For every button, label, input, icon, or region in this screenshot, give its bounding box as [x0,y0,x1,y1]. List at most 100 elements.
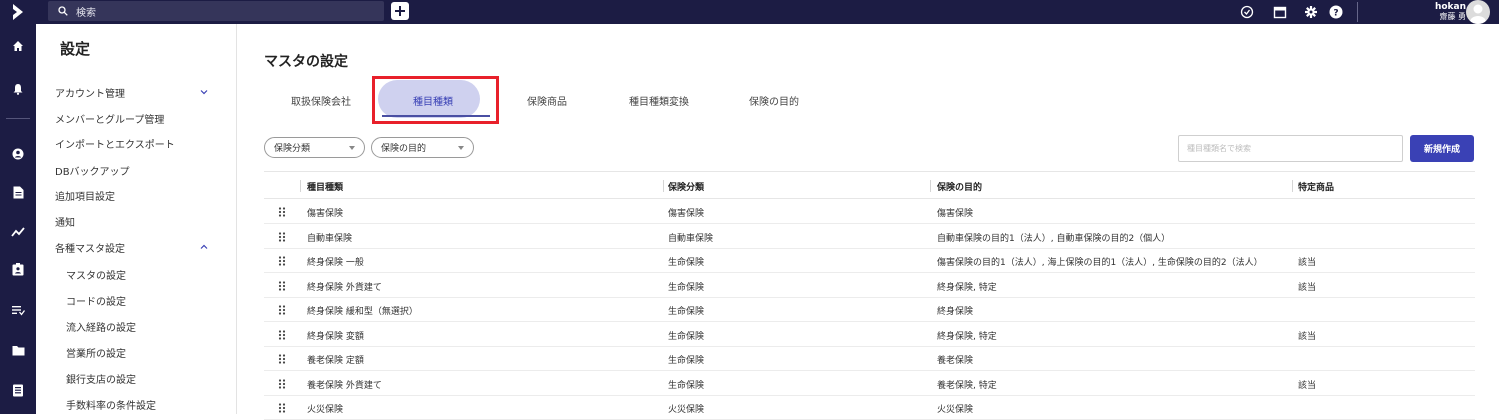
sidebar-item-members[interactable]: メンバーとグループ管理 [55,111,164,126]
cell-category: 傷害保険 [668,209,705,219]
cell-item-type: 火災保険 [307,405,344,415]
document-icon[interactable] [0,182,36,202]
sidebar-item-custom-fields[interactable]: 追加項目設定 [55,188,115,203]
folder-icon[interactable] [0,340,36,360]
column-header-category[interactable]: 保険分類 [668,180,704,193]
cell-category: 火災保険 [668,405,705,415]
sidebar-item-commission-rules[interactable]: 手数料率の条件設定 [66,397,156,412]
rail-divider [6,118,30,119]
gear-icon[interactable] [1302,3,1320,21]
cell-purpose: 終身保険, 特定 [937,282,997,293]
sidebar-item-db-backup[interactable]: DBバックアップ [55,163,130,178]
cell-category: 生命保険 [668,380,705,391]
cell-category: 生命保険 [668,356,705,366]
task-check-icon[interactable] [1238,3,1256,21]
person-icon[interactable] [0,144,36,164]
cell-purpose: 養老保険 [937,356,974,366]
caret-down-icon [349,146,355,150]
drag-handle-icon[interactable] [278,354,286,364]
tab-insurance-products[interactable]: 保険商品 [527,93,567,108]
sidebar-item-account[interactable]: アカウント管理 [55,85,125,100]
calendar-icon[interactable] [1271,3,1289,21]
column-header-specific-product[interactable]: 特定商品 [1298,180,1334,193]
cell-item-type: 終身保険 一般 [307,258,364,268]
sidebar-item-offices[interactable]: 営業所の設定 [66,345,126,360]
plus-icon [395,6,405,16]
column-header-purpose[interactable]: 保険の目的 [937,180,982,193]
table-row[interactable]: 終身保険 緩和型（無選択） 生命保険 終身保険 [264,298,1475,322]
item-type-search-input[interactable] [1178,135,1403,162]
home-icon[interactable] [0,36,36,56]
add-button[interactable] [391,2,409,20]
cell-specific-product: 該当 [1298,258,1317,268]
search-label: 検索 [76,7,96,19]
filter-label: 保険分類 [274,144,311,154]
cell-item-type: 養老保険 定額 [307,356,364,366]
app-logo-icon[interactable] [0,0,36,24]
tab-item-type-conversion[interactable]: 種目種類変換 [629,93,689,108]
sidebar-item-codes[interactable]: コードの設定 [66,293,126,308]
cell-item-type: 養老保険 外貨建て [307,380,382,391]
cell-item-type: 自動車保険 [307,233,353,244]
create-new-button[interactable]: 新規作成 [1410,135,1474,162]
trend-icon[interactable] [0,222,36,242]
table-row[interactable]: 終身保険 一般 生命保険 傷害保険の目的1（法人）, 海上保険の目的1（法人）, 生… [264,249,1475,273]
drag-handle-icon[interactable] [278,378,286,389]
drag-handle-icon[interactable] [278,207,286,217]
filter-insurance-category[interactable]: 保険分類 [264,137,365,158]
chevron-up-icon[interactable] [199,242,209,252]
drag-handle-icon[interactable] [278,256,286,266]
cell-purpose: 養老保険, 特定 [937,380,997,391]
cell-specific-product: 該当 [1298,380,1317,391]
ledger-icon[interactable] [0,380,36,400]
filter-label: 保険の目的 [381,144,427,154]
sidebar-title: 設定 [60,40,91,58]
column-divider [930,180,931,192]
drag-handle-icon[interactable] [278,329,286,340]
cell-item-type: 終身保険 外貨建て [307,282,382,293]
column-divider [1292,180,1293,192]
sidebar-item-master[interactable]: マスタの設定 [66,267,126,282]
help-icon[interactable]: ? [1327,3,1345,21]
table-row[interactable]: 傷害保険 傷害保険 傷害保険 [264,200,1475,224]
drag-handle-icon[interactable] [278,280,286,291]
tab-insurance-companies[interactable]: 取扱保険会社 [291,93,351,108]
search-icon [58,6,68,16]
column-header-item-type[interactable]: 種目種類 [307,180,343,193]
id-badge-icon[interactable] [0,259,36,279]
annotation-highlight-box [372,76,499,124]
table-row[interactable]: 養老保険 外貨建て 生命保険 養老保険, 特定 該当 [264,372,1475,396]
table-row[interactable]: 終身保険 変額 生命保険 終身保険, 特定 該当 [264,323,1475,347]
icon-rail [0,24,36,414]
avatar[interactable] [1466,0,1490,24]
cell-specific-product: 該当 [1298,331,1317,342]
cell-category: 自動車保険 [668,233,714,244]
cell-specific-product: 該当 [1298,282,1317,293]
table-row[interactable]: 養老保険 定額 生命保険 養老保険 [264,347,1475,371]
table-header: 種目種類 保険分類 保険の目的 特定商品 [264,171,1475,199]
filter-insurance-purpose[interactable]: 保険の目的 [371,137,474,158]
tab-insurance-purpose[interactable]: 保険の目的 [749,93,799,108]
top-bar: 検索 ? hokan 齋藤 勇 [0,0,1499,24]
table-row[interactable]: 火災保険 火災保険 火災保険 [264,396,1475,420]
user-info[interactable]: hokan 齋藤 勇 [1410,0,1466,24]
table-row[interactable]: 終身保険 外貨建て 生命保険 終身保険, 特定 該当 [264,274,1475,298]
drag-handle-icon[interactable] [278,403,286,413]
drag-handle-icon[interactable] [278,305,286,315]
list-filter-icon[interactable] [0,300,36,320]
sidebar-item-master-settings[interactable]: 各種マスタ設定 [55,240,125,255]
topbar-divider [1357,2,1358,22]
cell-item-type: 終身保険 緩和型（無選択） [307,307,418,317]
svg-text:?: ? [1333,9,1338,19]
cell-category: 生命保険 [668,331,705,342]
global-search[interactable]: 検索 [48,1,384,21]
sidebar-item-inflow-routes[interactable]: 流入経路の設定 [66,319,136,334]
chevron-down-icon[interactable] [199,87,209,97]
bell-icon[interactable] [0,79,36,99]
sidebar-item-import-export[interactable]: インポートとエクスポート [55,136,175,151]
table-row[interactable]: 自動車保険 自動車保険 自動車保険の目的1（法人）, 自動車保険の目的2（個人） [264,225,1475,249]
sidebar-item-notifications[interactable]: 通知 [55,214,75,229]
drag-handle-icon[interactable] [278,231,286,242]
sidebar-item-bank-branches[interactable]: 銀行支店の設定 [66,371,136,386]
cell-category: 生命保険 [668,258,705,268]
